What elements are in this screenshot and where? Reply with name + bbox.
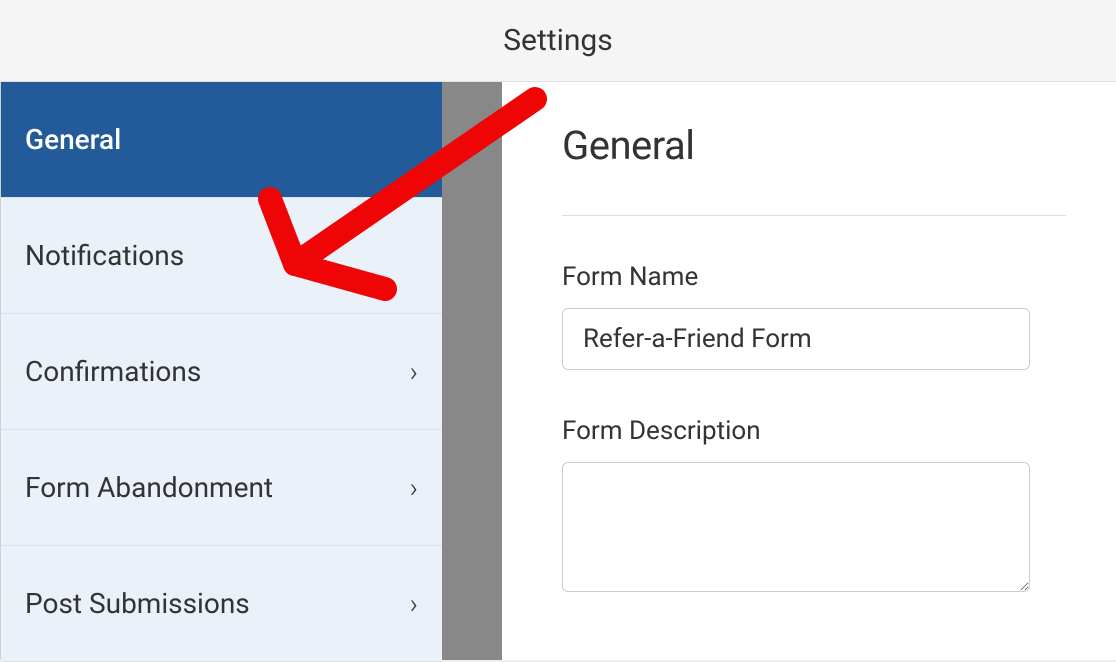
sidebar-item-label: Form Abandonment (25, 471, 273, 504)
sidebar-item-general[interactable]: General (1, 82, 442, 198)
content-panel: General Form Name Form Description (502, 82, 1116, 660)
chevron-right-icon: › (410, 471, 418, 504)
sidebar-item-form-abandonment[interactable]: Form Abandonment › (1, 430, 442, 546)
main-layout: General Notifications Confirmations › Fo… (0, 82, 1116, 660)
form-name-input[interactable] (562, 308, 1030, 370)
settings-sidebar: General Notifications Confirmations › Fo… (0, 82, 442, 660)
chevron-right-icon: › (410, 587, 418, 620)
sidebar-item-confirmations[interactable]: Confirmations › (1, 314, 442, 430)
sidebar-item-label: General (25, 123, 121, 156)
form-name-label: Form Name (562, 262, 1066, 292)
section-title: General (562, 122, 1066, 169)
form-description-label: Form Description (562, 416, 1066, 446)
form-description-input[interactable] (562, 462, 1030, 592)
chevron-right-icon: › (410, 355, 418, 388)
panel-gap (442, 82, 502, 660)
page-title: Settings (503, 23, 613, 58)
sidebar-item-label: Post Submissions (25, 587, 250, 620)
sidebar-item-notifications[interactable]: Notifications (1, 198, 442, 314)
divider (562, 215, 1066, 216)
sidebar-item-post-submissions[interactable]: Post Submissions › (1, 546, 442, 662)
form-name-field: Form Name (562, 262, 1066, 370)
form-description-field: Form Description (562, 416, 1066, 596)
sidebar-item-label: Notifications (25, 239, 184, 272)
header: Settings (0, 0, 1116, 82)
sidebar-item-label: Confirmations (25, 355, 201, 388)
